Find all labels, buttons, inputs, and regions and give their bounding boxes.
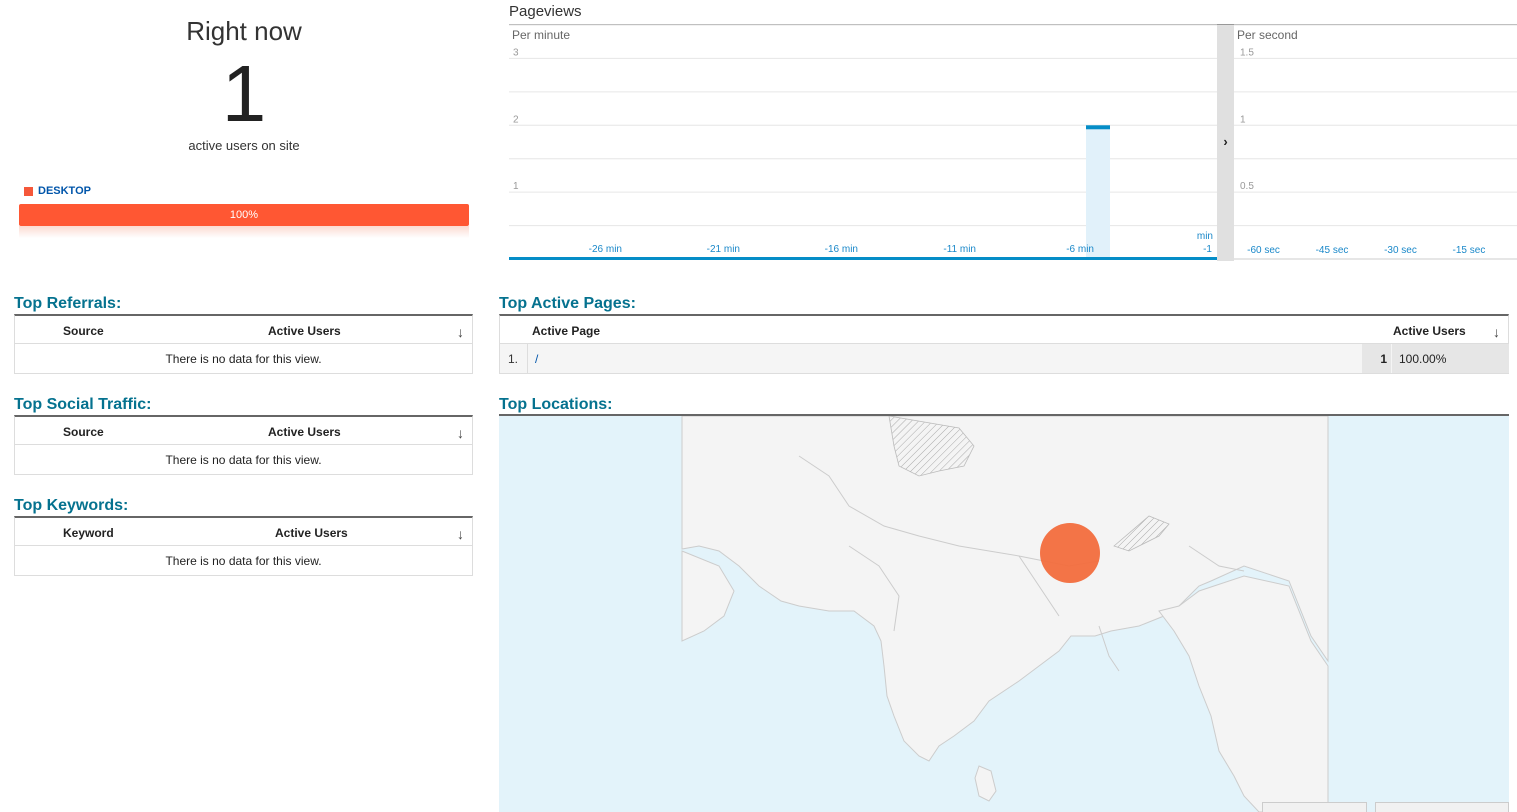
locations-map[interactable] <box>499 416 1509 812</box>
top-social-table: Source Active Users ↓ There is no data f… <box>14 415 473 475</box>
location-marker[interactable] <box>1040 523 1100 583</box>
table-header: Active Page Active Users ↓ <box>500 316 1508 344</box>
active-page-link[interactable]: / <box>535 352 538 366</box>
x-tick-label: -11 min <box>943 244 976 255</box>
empty-message: There is no data for this view. <box>165 554 322 568</box>
pageviews-chart: Pageviews Per minute 1 2 3 -26 min -21 min -16… <box>509 0 1517 262</box>
column-header-source[interactable]: Source <box>63 425 104 439</box>
pageviews-svg: Per minute123-26 min -21 min -16 min -11 mi… <box>509 24 1517 260</box>
sort-arrow-icon[interactable]: ↓ <box>1493 324 1500 340</box>
per-minute-label: Per minute <box>512 28 570 42</box>
column-header-keyword[interactable]: Keyword <box>63 526 114 540</box>
x-tick-label: -21 min <box>707 244 740 255</box>
desktop-bar[interactable]: 100% <box>19 204 469 226</box>
map-control-left[interactable] <box>1262 802 1367 812</box>
toggle-glyph: › <box>1223 134 1228 149</box>
land-region-island <box>974 765 997 802</box>
table-header: Source Active Users ↓ <box>15 417 472 445</box>
map-controls <box>1262 802 1509 812</box>
table-header: Source Active Users ↓ <box>15 316 472 344</box>
top-social-title: Top Social Traffic: <box>14 396 152 413</box>
land-region-west <box>681 550 735 642</box>
y-tick-label: 0.5 <box>1240 181 1254 192</box>
x-unit-label: min <box>1197 231 1213 242</box>
y-tick-label: 1 <box>513 181 519 192</box>
map-svg <box>681 416 1329 812</box>
right-now-panel: Right now 1 active users on site DESKTOP… <box>14 14 474 254</box>
active-users-count-cell: 1 <box>1362 344 1391 373</box>
empty-message: There is no data for this view. <box>165 453 322 467</box>
top-locations-title: Top Locations: <box>499 396 613 413</box>
active-users-count: 1 <box>1380 352 1387 366</box>
x-axis-baseline <box>509 257 1217 260</box>
y-tick-label: 1 <box>1240 114 1246 125</box>
desktop-swatch <box>24 186 33 196</box>
x-tick-label: -1 <box>1203 244 1212 255</box>
sort-arrow-icon[interactable]: ↓ <box>457 324 464 340</box>
top-keywords-title: Top Keywords: <box>14 497 129 514</box>
x-tick-label: -15 sec <box>1453 245 1486 256</box>
x-tick-label: -30 sec <box>1384 245 1417 256</box>
y-tick-label: 2 <box>513 114 519 125</box>
active-users-count: 1 <box>221 49 267 138</box>
column-header-source[interactable]: Source <box>63 324 104 338</box>
column-header-active-users[interactable]: Active Users <box>1393 324 1466 338</box>
x-tick-label: -26 min <box>589 244 622 255</box>
per-second-label: Per second <box>1237 28 1298 42</box>
x-tick-label: -6 min <box>1066 244 1094 255</box>
x-tick-label: -60 sec <box>1247 245 1280 256</box>
x-tick-label: -45 sec <box>1316 245 1349 256</box>
active-users-percent: 100.00% <box>1399 352 1447 366</box>
top-keywords-table: Keyword Active Users ↓ There is no data … <box>14 516 473 576</box>
device-legend[interactable]: DESKTOP <box>24 185 91 197</box>
top-referrals-table: Source Active Users ↓ There is no data f… <box>14 314 473 374</box>
device-bar-track: 100% <box>19 204 469 238</box>
table-row[interactable]: 1. / 1 100.00% <box>500 344 1509 373</box>
y-tick-label: 3 <box>513 47 519 58</box>
sort-arrow-icon[interactable]: ↓ <box>457 526 464 542</box>
top-referrals-title: Top Referrals: <box>14 295 122 312</box>
right-now-title: Right now <box>186 16 302 46</box>
column-header-active-page[interactable]: Active Page <box>532 324 600 338</box>
bar-fill <box>1086 125 1110 260</box>
map-control-right[interactable] <box>1374 802 1509 812</box>
chevron-right-icon[interactable]: › <box>1217 25 1234 261</box>
sort-arrow-icon[interactable]: ↓ <box>457 425 464 441</box>
bar <box>1086 125 1110 130</box>
desktop-bar-label: 100% <box>229 209 259 221</box>
y-tick-label: 1.5 <box>1240 47 1254 58</box>
column-header-active-users[interactable]: Active Users <box>268 425 341 439</box>
top-active-pages-title: Top Active Pages: <box>499 295 636 312</box>
column-divider <box>527 344 528 373</box>
device-bar-shadow <box>19 226 469 238</box>
top-active-pages-table: Active Page Active Users ↓ 1. / 1 100.00… <box>499 314 1509 374</box>
column-header-active-users[interactable]: Active Users <box>268 324 341 338</box>
row-number: 1. <box>508 352 519 366</box>
active-users-label: active users on site <box>188 138 300 153</box>
table-header: Keyword Active Users ↓ <box>15 518 472 546</box>
device-legend-label: DESKTOP <box>38 185 91 197</box>
active-users-percent-cell: 100.00% <box>1392 344 1509 373</box>
x-tick-label: -16 min <box>825 244 858 255</box>
empty-message: There is no data for this view. <box>165 352 322 366</box>
column-header-active-users[interactable]: Active Users <box>275 526 348 540</box>
